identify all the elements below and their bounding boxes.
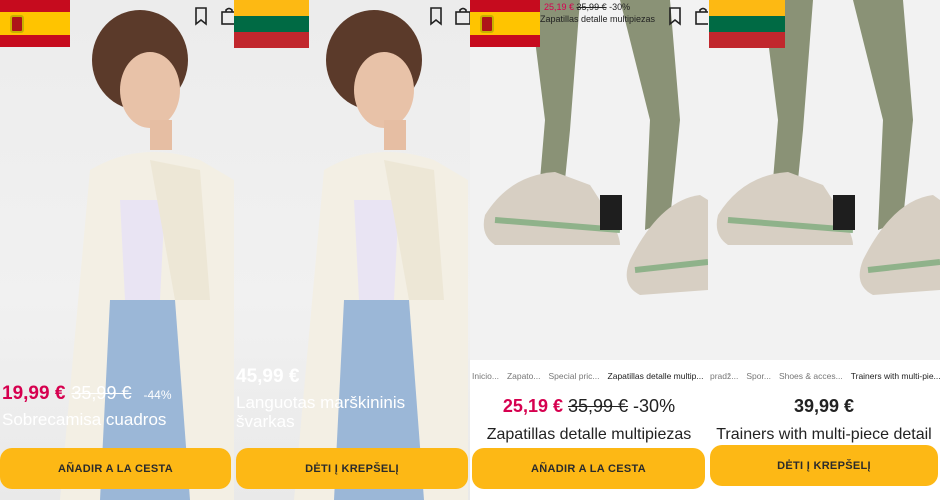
sticky-sale-price: 25,19 € (544, 2, 575, 12)
product-panel-lt-jacket: 45,99 € Languotas marškininis švarkas DĖ… (234, 0, 470, 500)
bookmark-icon[interactable] (666, 6, 684, 26)
lithuania-flag-icon (709, 0, 785, 48)
old-price: 35,99 € (71, 383, 132, 403)
product-panel-lt-trainers: pradž... Spor... Shoes & acces... Traine… (708, 0, 940, 500)
product-title: Sobrecamisa cuadros (2, 410, 167, 429)
add-to-cart-button[interactable]: DĖTI Į KREPŠELĮ (236, 448, 468, 489)
sticky-title: Zapatillas detalle multipiezas (540, 14, 656, 24)
add-to-cart-button[interactable]: AÑADIR A LA CESTA (472, 448, 705, 489)
breadcrumb-item-current[interactable]: Trainers with multi-pie... (851, 371, 940, 381)
price-line: 25,19 € 35,99 € -30% (470, 396, 708, 417)
add-to-cart-button[interactable]: DĖTI Į KREPŠELĮ (710, 445, 938, 486)
bag-icon[interactable] (454, 6, 470, 26)
breadcrumb-item[interactable]: Inicio... (472, 371, 499, 381)
regular-price: 45,99 € (236, 366, 300, 387)
breadcrumb-item[interactable]: Special pric... (549, 371, 600, 381)
product-title: Trainers with multi-piece detail (716, 426, 932, 443)
product-panel-es-jacket: 19,99 € 35,99 € -44% Sobrecamisa cuadros… (0, 0, 234, 500)
breadcrumb: Inicio... Zapato... Special pric... Zapa… (470, 371, 708, 381)
sticky-discount: -30% (609, 2, 631, 12)
bookmark-icon[interactable] (192, 6, 210, 26)
trainers-photo (716, 0, 940, 295)
price-line: 39,99 € (708, 396, 940, 417)
add-to-cart-button[interactable]: AÑADIR A LA CESTA (0, 448, 231, 489)
product-title: Zapatillas detalle multipiezas (486, 426, 692, 443)
trainers-photo (483, 0, 708, 295)
old-price: 35,99 € (567, 396, 629, 416)
discount-badge: -44% (143, 388, 172, 402)
sticky-old-price: 35,99 € (576, 2, 607, 12)
price-line: 19,99 € 35,99 € -44% (2, 383, 171, 405)
breadcrumb-item[interactable]: Zapato... (507, 371, 541, 381)
spain-flag-icon (470, 0, 540, 47)
regular-price: 39,99 € (793, 396, 855, 416)
breadcrumb-item[interactable]: pradž... (710, 371, 738, 381)
breadcrumb-item-current[interactable]: Zapatillas detalle multip... (608, 371, 704, 381)
sticky-price: 25,19 € 35,99 € -30% (544, 2, 630, 12)
breadcrumb-item[interactable]: Spor... (746, 371, 771, 381)
product-title-line-2: švarkas (236, 412, 295, 431)
sale-price: 19,99 € (2, 383, 66, 404)
bag-icon[interactable] (694, 6, 708, 26)
breadcrumb: pradž... Spor... Shoes & acces... Traine… (708, 371, 940, 381)
product-panel-es-trainers: 25,19 € 35,99 € -30% Zapatillas detalle … (470, 0, 708, 500)
product-title-line-1: Languotas marškininis (236, 393, 406, 412)
lithuania-flag-icon (234, 0, 309, 48)
bag-icon[interactable] (220, 6, 234, 26)
spain-flag-icon (0, 0, 70, 47)
discount-badge: -30% (633, 396, 676, 416)
bookmark-icon[interactable] (427, 6, 445, 26)
breadcrumb-item[interactable]: Shoes & acces... (779, 371, 843, 381)
sale-price: 25,19 € (502, 396, 563, 416)
